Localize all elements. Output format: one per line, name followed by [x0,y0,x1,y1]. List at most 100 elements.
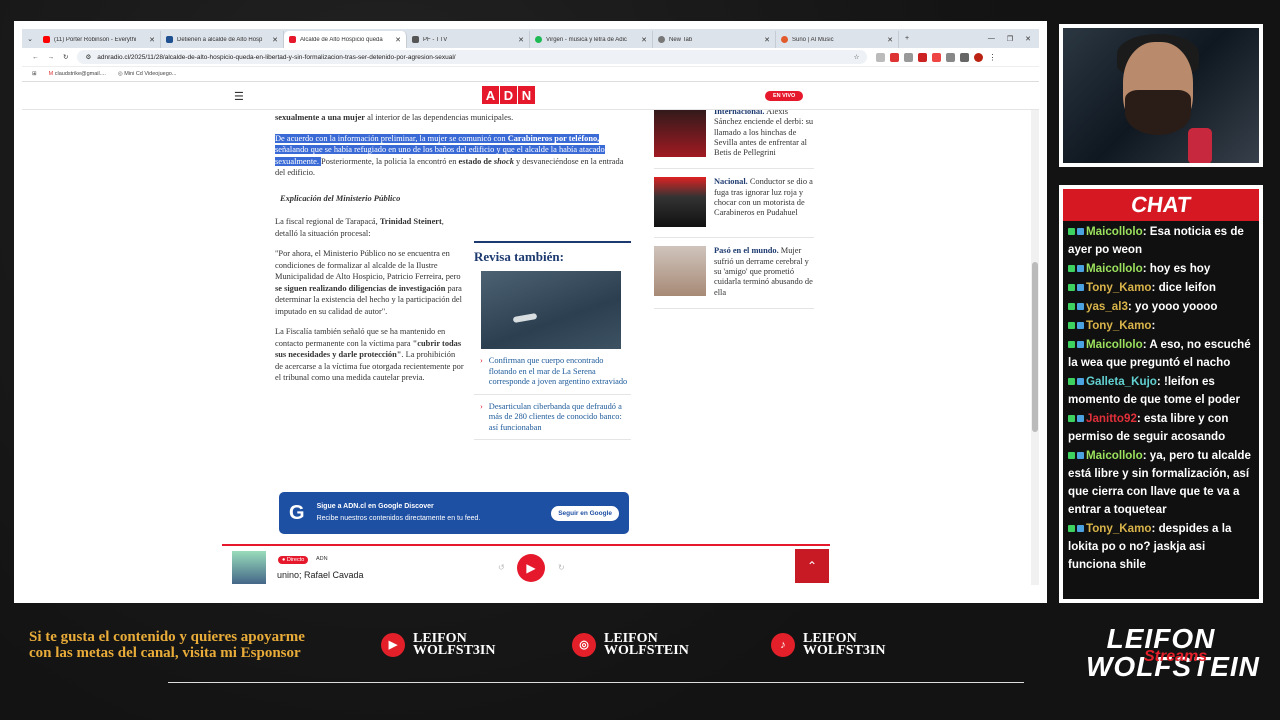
bold-text: Trinidad Steinert [379,217,442,226]
related-link[interactable]: › Desarticulan ciberbanda que defraudó a … [474,395,631,440]
article-paragraph: sexualmente a una mujer al interior de l… [275,112,632,124]
tab-3-active[interactable]: Alcalde de Alto Hospicio queda ✕ [284,31,407,48]
extensions-puzzle-icon[interactable] [946,52,956,62]
restore-icon[interactable]: ❐ [1007,35,1013,43]
chat-panel: CHAT Maicollolo: Esa noticia es de ayer … [1059,185,1263,603]
revisa-tambien-box: Revisa también: › Confirman que cuerpo en… [474,241,631,440]
adn-logo[interactable]: A D N [482,86,535,104]
chat-message: yas_al3: yo yooo yoooo [1068,298,1254,316]
sidebar-news: Internacional. Alexis Sánchez enciende e… [654,107,814,317]
bookmark-minicd[interactable]: ◎ Mini Cd Videojuego... [118,71,177,77]
badge-icon [1068,341,1075,349]
page-scrollbar[interactable] [1031,82,1039,585]
chat-username[interactable]: Tony_Kamo [1086,319,1152,332]
extension-icon[interactable] [890,52,900,62]
tab-5[interactable]: Virgen - música y letra de Adic ✕ [530,31,653,48]
playlist-icon[interactable] [960,52,970,62]
play-button[interactable]: ▶ [517,554,545,582]
news-item[interactable]: Nacional. Conductor se dio a fuga tras i… [654,177,814,239]
gmail-extension-icon[interactable] [932,52,942,62]
bold-text: sexualmente a una mujer [275,113,366,122]
chat-username[interactable]: Galleta_Kujo [1086,375,1157,388]
tab-1[interactable]: (11) Porter Robinson - Everythi ✕ [38,31,161,48]
extension-icon[interactable] [876,52,886,62]
apps-grid-icon[interactable]: ⊞ [32,71,37,77]
chat-message: Maicollolo: hoy es hoy [1068,260,1254,278]
close-tab-icon[interactable]: ✕ [395,36,401,44]
news-item[interactable]: Internacional. Alexis Sánchez enciende e… [654,107,814,170]
bookmark-gmail[interactable]: M claudstrike@gmail.... [49,71,106,77]
chat-username[interactable]: Janitto92 [1086,412,1137,425]
webcam-feed [1063,28,1259,163]
soccer-player-thumbnail[interactable] [654,107,706,157]
sea-boat-image[interactable] [481,271,621,349]
chat-username[interactable]: Maicollolo [1086,338,1143,351]
site-info-icon[interactable]: ⚙ [85,53,91,61]
tab-search-icon[interactable]: ⌄ [22,35,38,43]
police-car-thumbnail[interactable] [654,177,706,228]
chat-username[interactable]: Tony_Kamo [1086,281,1152,294]
reload-icon[interactable]: ↻ [63,53,68,61]
forward-icon[interactable]: ↻ [558,563,565,572]
follow-google-button[interactable]: Seguir en Google [551,505,619,521]
chat-messages: Maicollolo: Esa noticia es de ayer po we… [1063,221,1259,574]
globe-favicon-icon [658,36,665,43]
extension-icon[interactable] [904,52,914,62]
tab-2[interactable]: Detienen a alcalde de Alto Hosp ✕ [161,31,284,48]
hamburger-menu-icon[interactable]: ☰ [234,90,244,103]
tab-6[interactable]: New Tab ✕ [653,31,776,48]
close-tab-icon[interactable]: ✕ [272,36,278,44]
related-link[interactable]: › Confirman que cuerpo encontrado flotand… [474,349,631,395]
minimize-icon[interactable]: — [988,35,995,43]
bookmark-star-icon[interactable]: ☆ [854,53,860,61]
profile-avatar[interactable] [974,52,984,62]
rewind-icon[interactable]: ↺ [498,563,505,572]
close-window-icon[interactable]: ✕ [1025,35,1031,43]
more-menu-icon[interactable]: ⋮ [988,53,996,62]
woman-portrait-thumbnail[interactable] [654,246,706,297]
close-tab-icon[interactable]: ✕ [518,36,524,44]
article-subheading: Explicación del Ministerio Público [280,193,401,203]
tab-title: Detienen a alcalde de Alto Hosp [177,36,263,43]
related-link-text[interactable]: Confirman que cuerpo encontrado flotando… [489,356,631,388]
related-link-text[interactable]: Desarticulan ciberbanda que defraudó a m… [489,402,631,434]
news-item[interactable]: Pasó en el mundo. Mujer sufrió un derram… [654,246,814,309]
tab-4[interactable]: PF - TTV ✕ [407,31,530,48]
extension-icon[interactable] [918,52,928,62]
tab-7[interactable]: Suno | AI Music ✕ [776,31,899,48]
chat-text: : dice leifon [1151,281,1216,294]
social-name: WOLFSTEIN [604,643,689,658]
browser-window: ⌄ (11) Porter Robinson - Everythi ✕ Detie… [14,21,1047,603]
chat-username[interactable]: Maicollolo [1086,262,1143,275]
chat-username[interactable]: Maicollolo [1086,449,1143,462]
close-tab-icon[interactable]: ✕ [641,36,647,44]
close-tab-icon[interactable]: ✕ [764,36,770,44]
article-paragraph-highlighted: De acuerdo con la información preliminar… [275,133,632,179]
bold-text: se siguen realizando diligencias de inve… [275,283,446,293]
logo-letter: A [482,86,499,104]
text: La fiscal regional de Tarapacá, [275,217,380,226]
article-quote: "Por ahora, el Ministerio Público no se … [275,248,465,317]
extensions-area: ⋮ [876,52,996,62]
badge-icon [1068,452,1075,460]
chat-username[interactable]: Maicollolo [1086,225,1143,238]
scroll-top-button[interactable]: ⌃ [795,549,829,583]
close-tab-icon[interactable]: ✕ [149,36,155,44]
close-tab-icon[interactable]: ✕ [887,36,893,44]
badge-icon [1077,415,1084,423]
back-icon[interactable]: ← [32,54,39,61]
badge-icon [1077,341,1084,349]
new-tab-icon[interactable]: + [899,35,915,42]
live-button[interactable]: EN VIVO [765,91,804,101]
chat-text: : yo yooo yoooo [1127,300,1218,313]
sponsor-text: Si te gusta el contenido y quieres apoya… [29,629,305,661]
forward-icon[interactable]: → [48,54,55,61]
chat-username[interactable]: Tony_Kamo [1086,522,1152,535]
bookmark-label: Mini Cd Videojuego... [124,71,177,77]
chat-username[interactable]: yas_al3 [1086,300,1128,313]
badge-icon [1077,322,1084,330]
scrollbar-thumb[interactable] [1032,262,1038,432]
address-bar[interactable]: ⚙ adnradio.cl/2025/11/28/alcalde-de-alto… [77,50,868,64]
badge-icon [1068,265,1075,273]
tiktok-icon: ♪ [771,633,795,657]
